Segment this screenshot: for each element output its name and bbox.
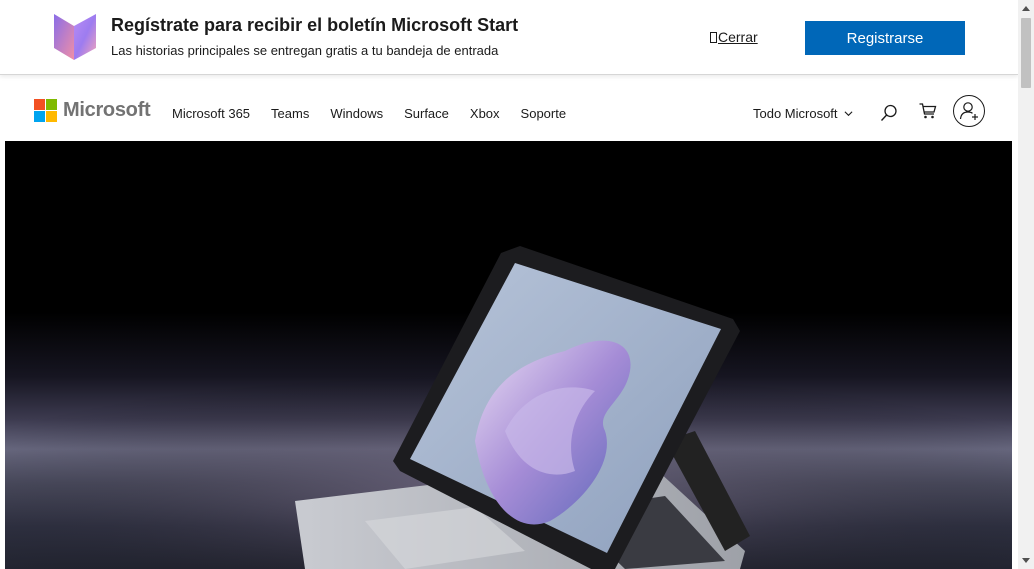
scroll-thumb[interactable] [1021,18,1031,88]
close-label: Cerrar [718,29,758,45]
site-header: Microsoft Microsoft 365 Teams Windows Su… [0,76,1018,140]
newsletter-banner: Regístrate para recibir el boletín Micro… [0,0,1018,75]
search-icon[interactable] [879,103,899,123]
nav-item-surface[interactable]: Surface [404,106,449,121]
chevron-down-icon [844,111,853,117]
nav-item-xbox[interactable]: Xbox [470,106,500,121]
triangle-down-icon [1022,558,1030,563]
page-scrollbar[interactable] [1018,0,1034,569]
hero-image-surface-laptop [5,141,1012,569]
nav-item-teams[interactable]: Teams [271,106,309,121]
main-nav: Microsoft 365 Teams Windows Surface Xbox… [172,106,587,121]
microsoft-logo[interactable]: Microsoft [34,99,151,122]
all-microsoft-menu[interactable]: Todo Microsoft [753,106,853,121]
banner-subtitle: Las historias principales se entregan gr… [111,43,499,58]
newsletter-book-icon [54,14,96,60]
missing-glyph-icon [710,32,717,43]
brand-name: Microsoft [63,99,151,121]
register-button[interactable]: Registrarse [805,21,965,55]
all-microsoft-label: Todo Microsoft [753,106,838,121]
nav-item-windows[interactable]: Windows [330,106,383,121]
account-button[interactable] [953,95,985,127]
triangle-up-icon [1022,6,1030,11]
laptop-illustration [5,246,1012,569]
close-banner-link[interactable]: Cerrar [710,29,758,45]
nav-item-microsoft-365[interactable]: Microsoft 365 [172,106,250,121]
scroll-up-button[interactable] [1018,0,1034,16]
cart-icon[interactable] [918,101,938,121]
nav-item-soporte[interactable]: Soporte [521,106,567,121]
microsoft-logo-icon [34,99,57,122]
account-icon [959,102,978,120]
scroll-down-button[interactable] [1018,553,1034,569]
banner-title: Regístrate para recibir el boletín Micro… [111,15,519,35]
